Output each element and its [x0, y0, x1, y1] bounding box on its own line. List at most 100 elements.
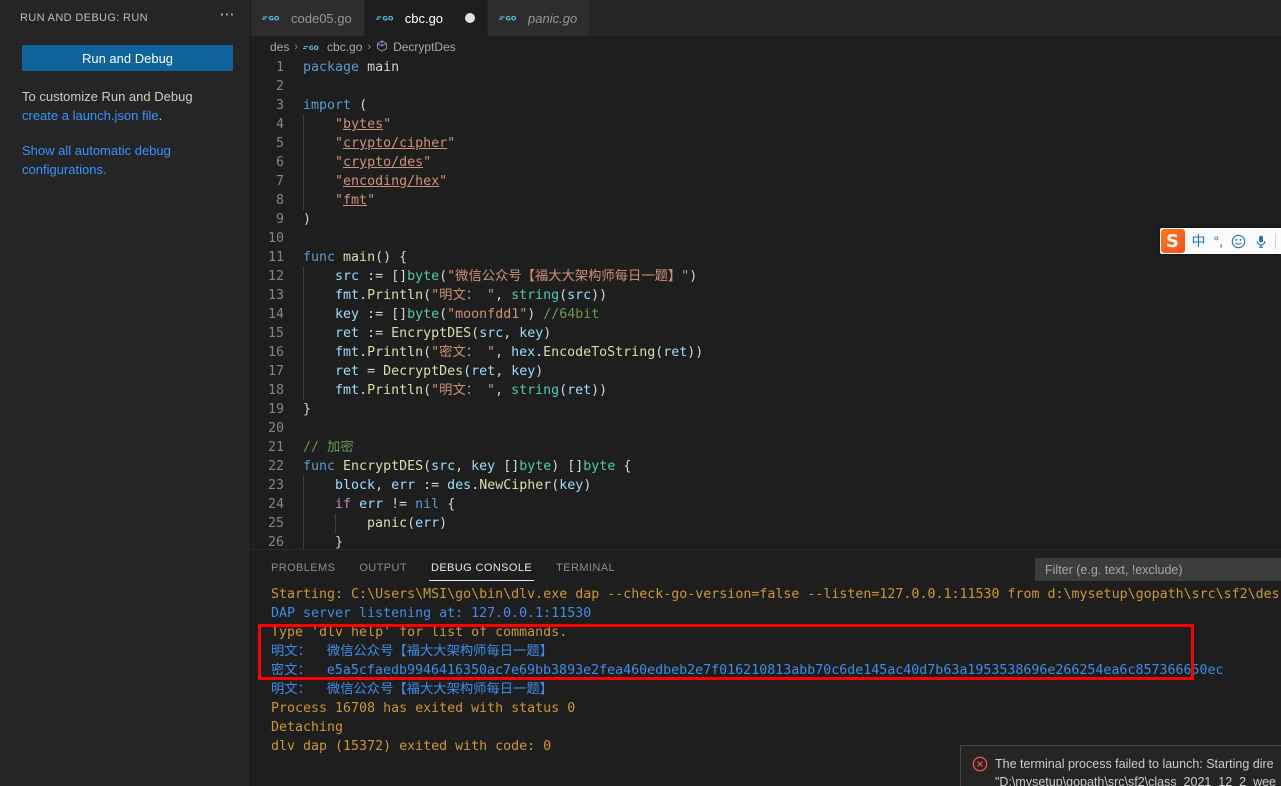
tab-panic-go[interactable]: GO panic.go — [488, 0, 591, 36]
line-number: 8 — [275, 193, 284, 208]
svg-text:GO: GO — [506, 15, 517, 23]
tab-problems[interactable]: PROBLEMS — [269, 554, 337, 581]
tab-label: code05.go — [291, 10, 352, 26]
tab-terminal[interactable]: TERMINAL — [554, 554, 617, 581]
line-content: ret = DecryptDes(ret, key) — [303, 362, 543, 381]
code-line[interactable]: 3 import ( — [251, 96, 1281, 115]
console-filter-input[interactable] — [1043, 561, 1280, 578]
tab-code05-go[interactable]: GO code05.go — [251, 0, 365, 36]
golang-icon: GO — [499, 11, 521, 25]
code-line[interactable]: 9) — [251, 210, 1281, 229]
code-line[interactable]: 25 panic(err) — [251, 514, 1281, 533]
indent-guide — [303, 362, 304, 381]
tab-cbc-go[interactable]: GO cbc.go — [364, 0, 489, 36]
line-content: } — [303, 533, 343, 549]
tab-label: panic.go — [528, 10, 578, 26]
code-line[interactable]: 15 ret := EncryptDES(src, key) — [251, 324, 1281, 343]
code-line[interactable]: 24 if err != nil { — [251, 495, 1281, 514]
line-content: func EncryptDES(src, key []byte) []byte … — [303, 459, 632, 474]
line-content: func main() { — [303, 250, 408, 265]
code-line[interactable]: 8 "fmt" — [251, 191, 1281, 210]
line-number: 15 — [267, 326, 284, 341]
line-number: 9 — [275, 212, 284, 227]
console-filter-box[interactable] — [1035, 558, 1281, 581]
line-content: ret := EncryptDES(src, key) — [303, 324, 551, 343]
ellipsis-icon[interactable]: ⋯ — [214, 7, 243, 25]
code-line[interactable]: 14 key := []byte("moonfdd1") //64bit — [251, 305, 1281, 324]
code-lines: 1 package main 2 3 import (4 "bytes" 5 "crypt… — [251, 58, 1281, 549]
notification-message: The terminal process failed to launch: S… — [995, 755, 1276, 786]
sogou-ime-toolbar[interactable]: S 中 °, — [1159, 228, 1281, 254]
code-line[interactable]: 22 func EncryptDES(src, key []byte) []byt… — [251, 457, 1281, 476]
indent-guide — [303, 305, 304, 324]
line-content: ) — [303, 212, 312, 227]
show-automatic-debug-configs-link[interactable]: Show all automatic debug configurations. — [22, 141, 231, 179]
code-line[interactable]: 17 ret = DecryptDes(ret, key) — [251, 362, 1281, 381]
line-number: 21 — [267, 440, 284, 455]
indent-guide — [303, 172, 304, 191]
code-line[interactable]: 11 func main() { — [251, 248, 1281, 267]
customize-hint-suffix: . — [158, 108, 163, 123]
code-line[interactable]: 26 } — [251, 533, 1281, 549]
code-editor[interactable]: 1 package main 2 3 import (4 "bytes" 5 "crypt… — [251, 58, 1281, 549]
indent-guide — [303, 381, 304, 400]
code-line[interactable]: 13 fmt.Println("明文： ", string(src)) — [251, 286, 1281, 305]
line-number: 1 — [275, 60, 284, 75]
line-number: 11 — [267, 250, 284, 265]
breadcrumb-item-folder[interactable]: des — [270, 40, 289, 54]
code-line[interactable]: 19} — [251, 400, 1281, 419]
breadcrumb-item-symbol[interactable]: DecryptDes — [376, 39, 456, 55]
indent-guide — [303, 153, 304, 172]
breadcrumb-label: cbc.go — [327, 40, 363, 54]
line-content: "bytes" — [303, 115, 391, 134]
sidebar-header: RUN AND DEBUG: RUN ⋯ — [0, 0, 250, 35]
breadcrumb-item-file[interactable]: GO cbc.go — [303, 40, 362, 54]
code-line[interactable]: 20 — [251, 419, 1281, 438]
golang-icon: GO — [262, 11, 284, 25]
line-content: key := []byte("moonfdd1") //64bit — [303, 305, 599, 324]
line-number: 19 — [267, 402, 284, 417]
code-line[interactable]: 4 "bytes" — [251, 115, 1281, 134]
console-lines: Starting: C:\Users\MSI\go\bin\dlv.exe da… — [271, 585, 1281, 756]
ime-punctuation-toggle[interactable]: °, — [1210, 228, 1228, 254]
ime-voice-icon[interactable] — [1250, 234, 1272, 249]
sogou-logo-icon[interactable]: S — [1160, 229, 1185, 253]
code-line[interactable]: 23 block, err := des.NewCipher(key) — [251, 476, 1281, 495]
vscode-window: RUN AND DEBUG: RUN ⋯ Run and Debug To cu… — [0, 0, 1281, 786]
line-content: block, err := des.NewCipher(key) — [303, 476, 591, 495]
line-content: "encoding/hex" — [303, 172, 447, 191]
golang-icon: GO — [375, 11, 398, 25]
tab-output[interactable]: OUTPUT — [357, 554, 409, 581]
code-line[interactable]: 5 "crypto/cipher" — [251, 134, 1281, 153]
create-launch-json-link[interactable]: create a launch.json file — [22, 108, 159, 123]
unsaved-dot-icon[interactable] — [465, 13, 476, 23]
line-number: 2 — [275, 79, 284, 94]
ime-mode-chinese[interactable]: 中 — [1188, 228, 1210, 254]
ime-emoji-icon[interactable] — [1227, 234, 1250, 249]
console-line: Process 16708 has exited with status 0 — [271, 701, 576, 716]
tab-debug-console[interactable]: DEBUG CONSOLE — [428, 554, 535, 581]
code-line[interactable]: 12 src := []byte("微信公众号【福大大架构师每日一题】") — [251, 267, 1281, 286]
symbol-function-icon — [376, 39, 388, 55]
tab-bar-filler — [590, 0, 1281, 36]
indent-guide — [335, 514, 336, 533]
run-and-debug-button[interactable]: Run and Debug — [22, 45, 233, 71]
line-number: 12 — [267, 269, 284, 284]
notification-toast[interactable]: The terminal process failed to launch: S… — [960, 745, 1281, 786]
indent-guide — [303, 191, 304, 210]
indent-guide — [303, 324, 304, 343]
code-line[interactable]: 7 "encoding/hex" — [251, 172, 1281, 191]
line-number: 23 — [267, 478, 284, 493]
indent-guide — [303, 115, 304, 134]
code-line[interactable]: 18 fmt.Println("明文： ", string(ret)) — [251, 381, 1281, 400]
code-line[interactable]: 10 — [251, 229, 1281, 248]
line-content: fmt.Println("明文： ", string(src)) — [303, 286, 607, 305]
code-line[interactable]: 16 fmt.Println("密文： ", hex.EncodeToStrin… — [251, 343, 1281, 362]
code-line[interactable]: 6 "crypto/des" — [251, 153, 1281, 172]
line-content: "crypto/des" — [303, 153, 431, 172]
code-line[interactable]: 2 — [251, 77, 1281, 96]
console-line: Type 'dlv help' for list of commands. — [271, 625, 568, 640]
code-line[interactable]: 1 package main — [251, 58, 1281, 77]
code-line[interactable]: 21 // 加密 — [251, 438, 1281, 457]
indent-guide — [303, 134, 304, 153]
